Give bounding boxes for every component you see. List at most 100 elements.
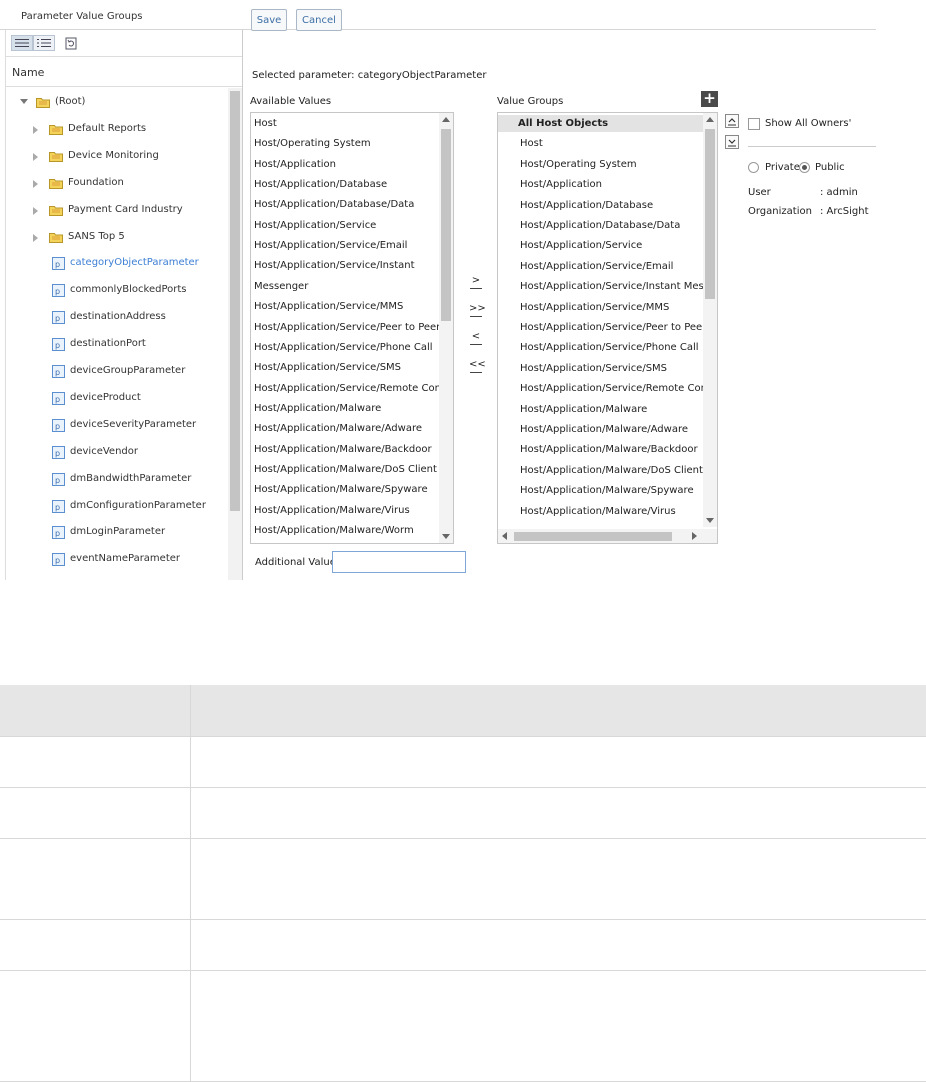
list-item[interactable]: Host/Application/Service/Phone Call	[254, 339, 433, 356]
scroll-down-icon[interactable]	[706, 518, 714, 523]
list-item[interactable]: Host/Application/Malware/DoS Client	[520, 462, 703, 479]
tree-parameter-item[interactable]: p destinationPort	[6, 337, 228, 355]
list-item[interactable]: Host/Operating System	[520, 156, 637, 173]
tree-folder-item[interactable]: Foundation	[6, 176, 228, 194]
move-up-button[interactable]	[725, 114, 739, 128]
value-groups-list[interactable]: All Host Objects Host Host/Operating Syste…	[497, 112, 718, 544]
list-item[interactable]: Host/Application/Service	[520, 237, 642, 254]
tree-parameter-item[interactable]: p deviceGroupParameter	[6, 364, 228, 382]
tree-parameter-item[interactable]: p dmConfigurationParameter	[6, 499, 228, 517]
collapse-arrow-icon[interactable]	[33, 125, 38, 134]
list-item[interactable]: Host/Application/Malware/DoS Client	[254, 461, 437, 478]
public-radio[interactable]	[799, 162, 810, 173]
tree-parameter-item[interactable]: p deviceSeverityParameter	[6, 418, 228, 436]
collapse-arrow-icon[interactable]	[33, 233, 38, 242]
scroll-right-icon[interactable]	[692, 532, 697, 540]
refresh-button[interactable]	[62, 35, 80, 51]
tree-parameter-item[interactable]: p deviceVendor	[6, 445, 228, 463]
available-values-scrollbar[interactable]	[439, 113, 453, 543]
list-item[interactable]: Host/Application/Database/Data	[254, 196, 414, 213]
tree-parameter-item[interactable]: p eventNameParameter	[6, 552, 228, 570]
collapse-arrow-icon[interactable]	[33, 206, 38, 215]
tree-parameter-item[interactable]: p categoryObjectParameter	[6, 256, 228, 274]
list-item[interactable]: Host/Application	[254, 156, 336, 173]
available-values-scrollbar-thumb[interactable]	[441, 129, 451, 321]
list-item[interactable]: Host/Application/Service/Remote Control	[254, 380, 453, 397]
list-item[interactable]: Host/Application/Service	[254, 217, 376, 234]
tree-parameter-item[interactable]: p destinationAddress	[6, 310, 228, 328]
tree-item-label: Device Monitoring	[68, 149, 159, 161]
additional-value-input[interactable]	[332, 551, 466, 573]
list-item[interactable]: Host/Application/Malware/Adware	[254, 420, 422, 437]
scroll-up-icon[interactable]	[442, 117, 450, 122]
list-item[interactable]: Host/Application/Malware/Backdoor	[520, 441, 698, 458]
tree-parameter-item[interactable]: p deviceProduct	[6, 391, 228, 409]
tree-folder-item[interactable]: Device Monitoring	[6, 149, 228, 167]
list-item[interactable]: Host/Application/Database	[254, 176, 387, 193]
expand-arrow-icon[interactable]	[20, 99, 28, 104]
table-cell	[0, 787, 191, 839]
value-groups-scrollbar-thumb[interactable]	[705, 129, 715, 299]
cancel-button[interactable]: Cancel	[296, 9, 342, 31]
list-item[interactable]: Host/Application/Database	[520, 197, 653, 214]
list-item[interactable]: Host/Application/Service/Email	[520, 258, 673, 275]
tree-folder-item[interactable]: SANS Top 5	[6, 230, 228, 248]
scroll-left-icon[interactable]	[502, 532, 507, 540]
list-item[interactable]: Messenger	[254, 278, 308, 295]
tree-parameter-item[interactable]: p dmBandwidthParameter	[6, 472, 228, 490]
list-item[interactable]: Host/Application/Service/Instant	[254, 257, 415, 274]
list-item[interactable]: Host/Application/Database/Data	[520, 217, 680, 234]
show-all-owners-checkbox[interactable]	[748, 118, 760, 130]
private-radio[interactable]	[748, 162, 759, 173]
list-item[interactable]: Host/Application/Service/Remote Contro	[520, 380, 717, 397]
remove-all-button[interactable]: <<	[469, 360, 486, 373]
collapse-arrow-icon[interactable]	[33, 179, 38, 188]
scroll-up-icon[interactable]	[706, 117, 714, 122]
list-item[interactable]: Host/Application/Service/SMS	[520, 360, 667, 377]
detail-view-button[interactable]	[33, 35, 55, 51]
list-item[interactable]: Host/Application/Service/Phone Call	[520, 339, 699, 356]
value-groups-scrollbar[interactable]	[703, 113, 717, 527]
list-item[interactable]: Host/Application/Malware/Spyware	[520, 482, 694, 499]
add-all-button[interactable]: >>	[469, 304, 486, 317]
list-item[interactable]: Host/Application/Service/Peer to Peer	[520, 319, 706, 336]
scroll-down-icon[interactable]	[442, 534, 450, 539]
list-item[interactable]: Host/Application/Service/Email	[254, 237, 407, 254]
list-item[interactable]: Host/Application/Service/MMS	[254, 298, 403, 315]
add-group-button[interactable]: +	[701, 91, 718, 107]
list-item[interactable]: Host/Application/Malware/Adware	[520, 421, 688, 438]
save-button[interactable]: Save	[251, 9, 287, 31]
tree-scrollbar-thumb[interactable]	[230, 91, 240, 511]
list-item[interactable]: Host	[254, 115, 277, 132]
list-item[interactable]: Host/Application/Malware/Backdoor	[254, 441, 432, 458]
move-down-button[interactable]	[725, 135, 739, 149]
value-groups-hscrollbar-thumb[interactable]	[514, 532, 672, 541]
list-item[interactable]: Host/Application/Service/Instant Messeng	[520, 278, 717, 295]
list-item[interactable]: Host/Application/Malware	[254, 400, 381, 417]
value-groups-hscrollbar[interactable]	[498, 529, 717, 543]
list-item[interactable]: Host/Application	[520, 176, 602, 193]
tree-scrollbar[interactable]	[228, 88, 242, 580]
tree-folder-item[interactable]: Default Reports	[6, 122, 228, 140]
list-item[interactable]: Host/Application/Service/SMS	[254, 359, 401, 376]
list-view-button[interactable]	[11, 35, 33, 51]
list-item[interactable]: Host/Application/Malware/Virus	[254, 502, 410, 519]
group-header-item[interactable]: All Host Objects	[498, 115, 703, 132]
list-item[interactable]: Host/Application/Malware	[520, 401, 647, 418]
list-item[interactable]: Host/Application/Service/Peer to Peer	[254, 319, 440, 336]
tree-parameter-item[interactable]: p dmLoginParameter	[6, 525, 228, 543]
collapse-arrow-icon[interactable]	[33, 152, 38, 161]
list-item[interactable]: Host	[520, 135, 543, 152]
tree-folder-item[interactable]: Payment Card Industry	[6, 203, 228, 221]
list-item[interactable]: Host/Application/Malware/Worm	[254, 522, 414, 539]
available-values-list[interactable]: Host Host/Operating System Host/Applicatio…	[250, 112, 454, 544]
list-item[interactable]: Host/Application/Malware/Spyware	[254, 481, 428, 498]
list-item[interactable]: Host/Application/Service/MMS	[520, 299, 669, 316]
list-item[interactable]: Host/Operating System	[254, 135, 371, 152]
list-item[interactable]: Host/Application/Malware/Virus	[520, 503, 676, 520]
tree-folder-item[interactable]: (Root)	[6, 95, 228, 113]
name-column-header[interactable]: Name	[6, 57, 242, 87]
remove-selected-button[interactable]: <	[469, 332, 483, 345]
add-selected-button[interactable]: >	[469, 276, 483, 289]
tree-parameter-item[interactable]: p commonlyBlockedPorts	[6, 283, 228, 301]
